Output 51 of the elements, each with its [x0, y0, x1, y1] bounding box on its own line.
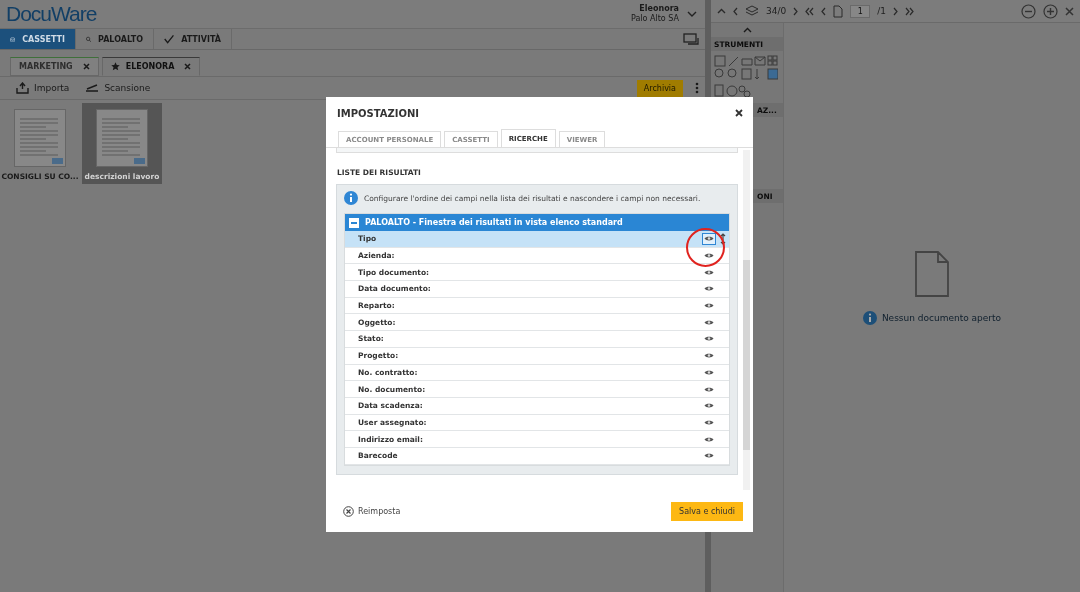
dialog-title: IMPOSTAZIONI	[337, 107, 420, 119]
page-number-field[interactable]: 1	[850, 4, 871, 18]
checkmark-icon	[164, 33, 175, 45]
reorder-arrow-icon[interactable]	[720, 232, 726, 245]
collapse-icon[interactable]	[349, 217, 359, 228]
chevron-left-icon[interactable]	[733, 6, 738, 16]
visibility-eye-icon[interactable]	[702, 232, 716, 245]
layers-icon[interactable]	[745, 5, 759, 17]
save-and-close-button[interactable]: Salva e chiudi	[671, 501, 743, 521]
chevron-left-icon[interactable]	[821, 6, 827, 16]
import-button[interactable]: Importa	[16, 82, 70, 94]
reset-button[interactable]: Reimposta	[343, 505, 401, 517]
zoom-in-icon[interactable]	[1043, 3, 1058, 19]
chevron-up-icon[interactable]	[742, 27, 752, 33]
page-icon	[833, 4, 844, 18]
nav-tab[interactable]: CASSETTI	[0, 29, 76, 49]
document-page-drawing	[14, 109, 66, 167]
scanner-icon	[85, 84, 100, 92]
tab-label: MARKETING	[19, 62, 73, 71]
window-icon[interactable]	[683, 33, 699, 45]
info-icon	[344, 191, 358, 205]
highlight-circle	[686, 228, 725, 267]
archive-button[interactable]: Archivia	[636, 79, 683, 97]
nav-tab[interactable]: PALOALTO	[76, 29, 154, 49]
organization-name: Palo Alto SA	[631, 14, 679, 24]
close-icon[interactable]	[735, 109, 743, 117]
document-page-drawing	[96, 109, 148, 167]
chevron-right-icon[interactable]	[793, 6, 799, 16]
chevron-down-icon[interactable]	[687, 11, 697, 17]
blank-document-icon	[915, 250, 949, 297]
tools-icon-grid-drawing	[714, 55, 778, 99]
chevron-up-icon[interactable]	[717, 8, 726, 14]
cabinet-tab[interactable]: ELEONORA	[101, 57, 201, 76]
more-icon[interactable]	[695, 82, 699, 94]
document-counter: 34/0	[766, 6, 787, 16]
circled-x-icon	[343, 505, 354, 517]
upload-tray-icon	[16, 82, 29, 94]
chevron-right-icon[interactable]	[893, 6, 898, 16]
scrollbar-thumb[interactable]	[743, 260, 750, 450]
nav-tab[interactable]: ATTIVITÀ	[154, 29, 232, 49]
empty-message: Nessun documento aperto	[881, 312, 1002, 323]
logo: DocuWare	[6, 2, 98, 26]
double-chevron-left-icon[interactable]	[805, 6, 815, 16]
page-total: /1	[877, 6, 886, 16]
tab-label: ELEONORA	[125, 62, 175, 71]
group-header[interactable]: PALOALTO - Finestra dei risultati in vista elenco standard	[345, 214, 729, 231]
user-name: Eleonora	[639, 4, 679, 14]
scan-button[interactable]: Scansione	[85, 83, 151, 93]
zoom-out-icon[interactable]	[1021, 3, 1036, 19]
double-chevron-right-icon[interactable]	[905, 6, 914, 16]
info-icon	[862, 310, 877, 325]
